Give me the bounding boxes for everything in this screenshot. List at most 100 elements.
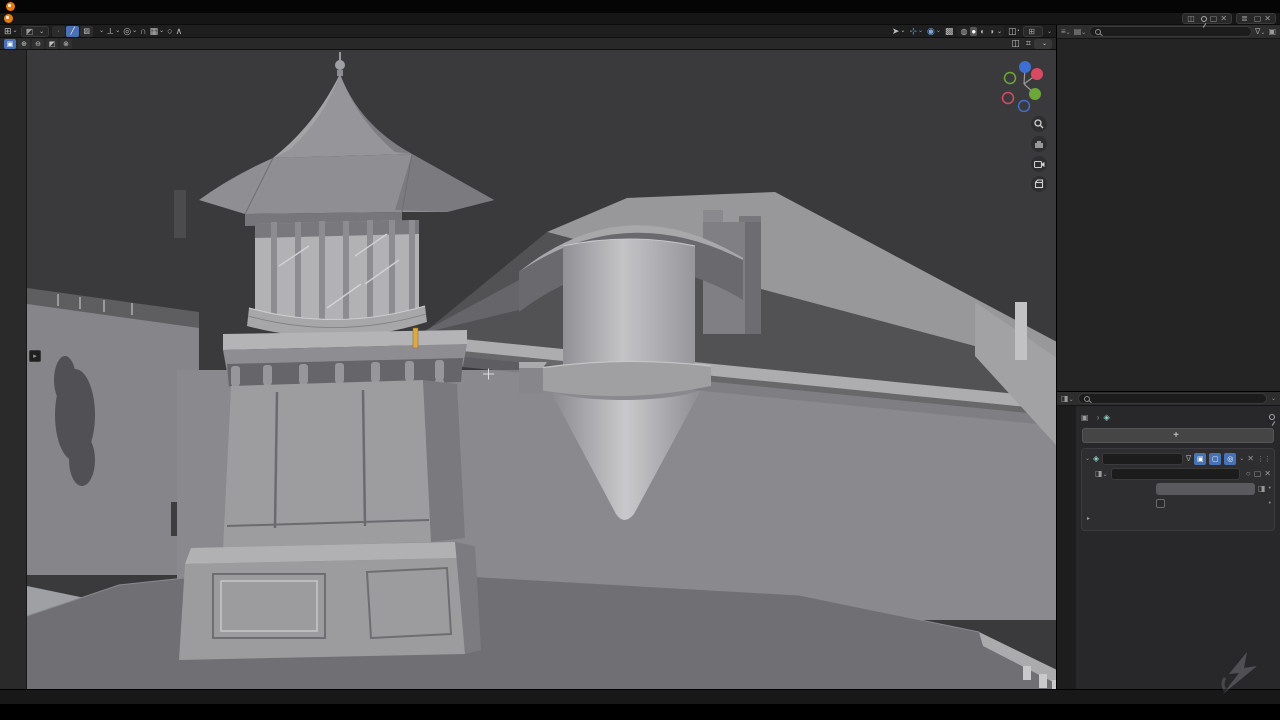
input-attribute-toggle[interactable]: ◨ — [1258, 484, 1266, 493]
header-extra-dropdown[interactable]: ⌄ — [1047, 28, 1052, 35]
zoom-button[interactable] — [1031, 116, 1047, 132]
breadcrumb: ▣ › ◈ — [1081, 409, 1275, 425]
proportional-menu-icon[interactable]: ⌄ — [99, 26, 104, 37]
node-group-icon: ◈ — [1103, 412, 1110, 423]
gizmos-toggle[interactable]: ⊹⌄ — [909, 26, 923, 37]
pin-icon[interactable] — [1201, 16, 1207, 22]
xray-toggle[interactable]: ▩ — [945, 26, 954, 37]
shading-modes: ◍ ● ◐ ◑ ⌄ — [957, 26, 1004, 37]
viewlayer-icon: ≣ — [1241, 14, 1248, 23]
pan-button[interactable] — [1031, 136, 1047, 152]
copy-icon[interactable]: ▢ — [1210, 14, 1218, 23]
viewport-nav-buttons — [1031, 116, 1047, 192]
selectability-dropdown[interactable]: ➤⌄ — [892, 26, 906, 37]
realtime-toggle[interactable]: ▢ — [1209, 453, 1221, 465]
collapse-icon[interactable]: ▸ — [1087, 515, 1090, 522]
outliner-editor-type-icon[interactable]: ≡⌄ — [1061, 27, 1071, 36]
object-icon: ▣ — [1081, 413, 1089, 422]
new-collection-icon[interactable]: ▣ — [1268, 27, 1276, 36]
select-mode-subtract-button[interactable]: ⊖ — [32, 39, 44, 49]
select-mode-invert-button[interactable]: ◩ — [46, 39, 58, 49]
snap-base-icon[interactable]: ⌗ — [1026, 38, 1031, 49]
blender-window: ◫ ▢ ✕ ≣ ▢ ✕ ⊞⌄ ◩ ⌄ — [0, 0, 1280, 720]
outliner-search-input[interactable] — [1089, 26, 1252, 37]
mirror-icon: ◫ — [1011, 38, 1020, 49]
edge-select-button[interactable]: ╱ — [66, 26, 79, 37]
camera-view-button[interactable] — [1031, 156, 1047, 172]
add-modifier-button[interactable]: + — [1082, 428, 1274, 443]
overlays-toggle[interactable]: ◉⌄ — [927, 26, 941, 37]
proportional-editing-toggle[interactable]: ○ — [167, 26, 172, 37]
node-group-icon: ◈ — [1093, 454, 1099, 463]
letterbox-bar — [0, 704, 1280, 720]
toolbar-expand-button[interactable]: ▸ — [29, 350, 41, 362]
viewport-canvas[interactable]: ▸ — [0, 50, 1056, 689]
face-select-button[interactable]: ▨ — [80, 26, 93, 37]
titlebar — [0, 0, 1280, 13]
snap-toggle[interactable]: ∩ — [140, 26, 146, 37]
select-mode-intersect-button[interactable]: ⊗ — [60, 39, 72, 49]
app-menu-icon[interactable] — [4, 14, 13, 23]
properties-tab-strip — [1057, 406, 1076, 689]
subdivision-value-field[interactable]: ⊞ — [1023, 26, 1043, 37]
mode-dropdown[interactable]: ◩ ⌄ — [21, 26, 50, 37]
status-bar — [0, 689, 1280, 704]
filter-icon[interactable]: ∇⌄ — [1255, 27, 1265, 36]
expand-icon[interactable]: ⌄ — [1085, 455, 1090, 462]
perspective-toggle-button[interactable] — [1031, 176, 1047, 192]
scene-icon: ◫ — [1187, 14, 1195, 23]
angle-slider[interactable] — [1156, 483, 1255, 495]
proportional-falloff-icon[interactable]: ∧ — [176, 26, 183, 37]
properties-editor-type-icon[interactable]: ◨⌄ — [1061, 394, 1074, 403]
remove-icon[interactable]: ✕ — [1264, 14, 1271, 23]
display-mode-icon[interactable]: ▤⌄ — [1074, 27, 1087, 36]
copy-icon[interactable]: ▢ — [1254, 469, 1262, 478]
shading-rendered-button[interactable]: ◑ — [988, 27, 995, 36]
outliner-editor: ≡⌄ ▤⌄ ∇⌄ ▣ — [1057, 25, 1280, 392]
funnel-icon[interactable]: ∇ — [1186, 454, 1191, 463]
select-mode-set-button[interactable]: ▣ — [4, 39, 16, 49]
decorator-dot[interactable]: • — [1269, 485, 1271, 492]
shading-dropdown-icon[interactable]: ⌄ — [997, 28, 1002, 35]
search-icon — [1095, 29, 1101, 35]
editor-type-button[interactable]: ⊞⌄ — [4, 26, 18, 37]
vertex-select-button[interactable]: ∙ — [52, 26, 65, 37]
shading-material-button[interactable]: ◐ — [979, 27, 986, 36]
options-dropdown[interactable]: ⌄ — [1034, 39, 1052, 49]
extras-dropdown-icon[interactable]: ⌄ — [1239, 455, 1244, 462]
pin-id-icon[interactable] — [1269, 414, 1275, 420]
render-toggle[interactable]: ◎ — [1224, 453, 1236, 465]
scene-selector[interactable]: ◫ ▢ ✕ — [1182, 13, 1232, 24]
shading-solid-button[interactable]: ● — [970, 27, 977, 36]
ignore-sharpness-checkbox[interactable] — [1156, 499, 1165, 508]
unlink-icon[interactable]: ✕ — [1264, 469, 1271, 478]
properties-header: ◨⌄ ⌄ — [1057, 392, 1280, 406]
copy-icon[interactable]: ▢ — [1254, 14, 1262, 23]
drag-handle-icon[interactable]: ⋮⋮ — [1257, 455, 1271, 463]
viewlayer-selector[interactable]: ≣ ▢ ✕ — [1236, 13, 1276, 24]
select-mode-buttons: ∙ ╱ ▨ — [52, 26, 93, 37]
toolbar — [0, 50, 27, 689]
unlink-icon[interactable]: ✕ — [1220, 14, 1227, 23]
pivot-point-dropdown[interactable]: ◎⌄ — [123, 26, 137, 37]
decorator-dot[interactable]: • — [1269, 500, 1271, 507]
navigation-gizmo[interactable] — [998, 56, 1050, 112]
node-group-name-field[interactable] — [1111, 468, 1240, 480]
fake-user-icon[interactable]: ○ — [1246, 469, 1251, 478]
viewport-header: ⊞⌄ ◩ ⌄ ∙ ╱ ▨ ⌄ ⟂ ⌄ ◎⌄ ∩ ▦⌄ — [0, 25, 1056, 38]
scene-3d-render[interactable] — [27, 50, 1056, 689]
properties-search-input[interactable] — [1078, 393, 1267, 404]
select-mode-extend-button[interactable]: ⊕ — [18, 39, 30, 49]
shading-wireframe-button[interactable]: ◍ — [959, 27, 968, 36]
modifier-name-field[interactable] — [1102, 453, 1183, 465]
snapping-dropdown[interactable]: ▦⌄ — [150, 26, 165, 37]
topbar: ◫ ▢ ✕ ≣ ▢ ✕ — [0, 13, 1280, 25]
blender-logo-icon — [6, 2, 15, 11]
orientation-dropdown[interactable]: ⟂ ⌄ — [107, 26, 120, 37]
delete-modifier-icon[interactable]: ✕ — [1247, 454, 1254, 463]
properties-options-icon[interactable]: ⌄ — [1271, 395, 1276, 402]
outliner-header: ≡⌄ ▤⌄ ∇⌄ ▣ — [1057, 25, 1280, 39]
edit-mode-toggle[interactable]: ▣ — [1194, 453, 1206, 465]
annotation-icon[interactable]: ◫• — [1008, 26, 1019, 37]
outliner-tree — [1057, 39, 1280, 391]
